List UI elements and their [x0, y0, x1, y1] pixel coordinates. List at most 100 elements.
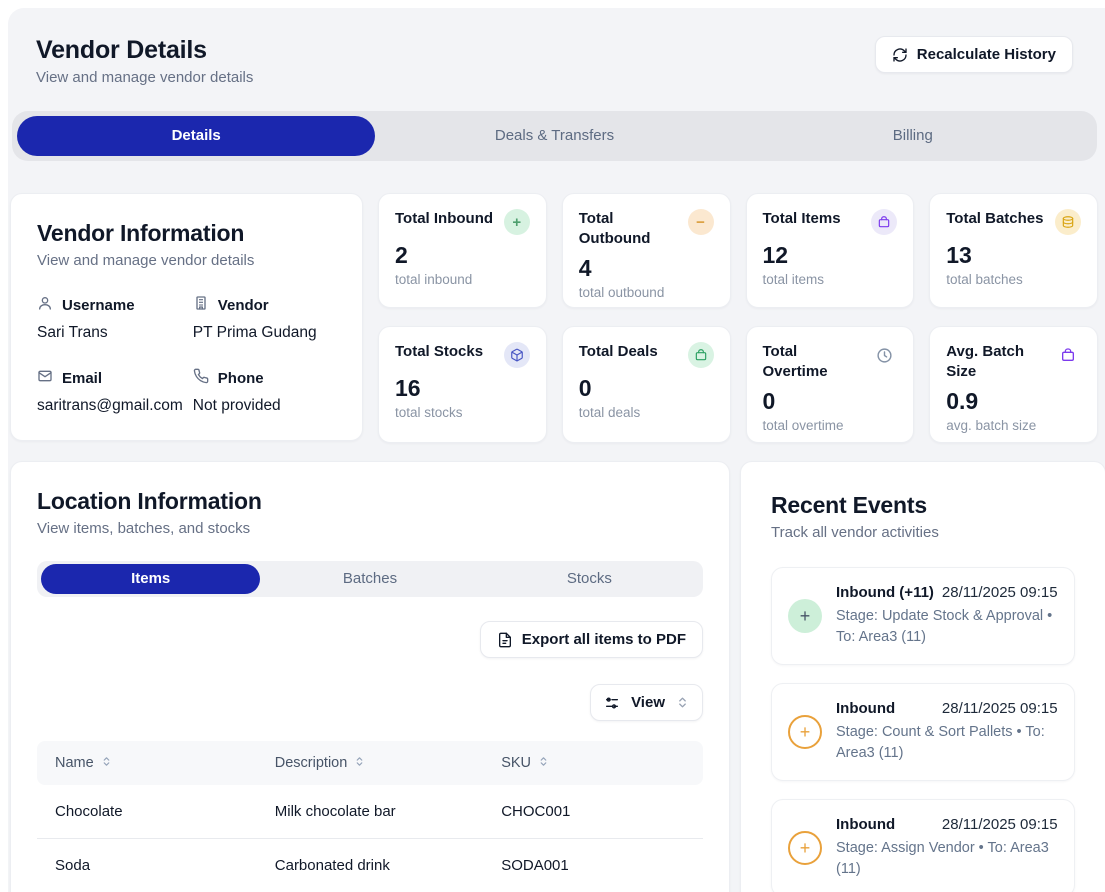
- recalculate-history-label: Recalculate History: [917, 46, 1056, 63]
- stat-card-total-items: Total Items 12 total items: [746, 193, 915, 308]
- stat-value: 4: [579, 255, 714, 282]
- column-header-name[interactable]: Name: [55, 755, 112, 771]
- column-name-label: Name: [55, 755, 94, 771]
- stat-value: 0: [579, 375, 714, 402]
- stat-label: Total Items: [763, 209, 841, 229]
- field-vendor: Vendor PT Prima Gudang: [193, 295, 336, 342]
- event-title: Inbound: [836, 816, 895, 833]
- stat-value: 12: [763, 242, 898, 269]
- location-information-subtitle: View items, batches, and stocks: [37, 520, 703, 537]
- view-dropdown-label: View: [631, 694, 665, 711]
- stat-card-total-overtime: Total Overtime 0 total overtime: [746, 326, 915, 443]
- event-body: Inbound 28/11/2025 09:15 Stage: Assign V…: [836, 816, 1058, 880]
- view-dropdown[interactable]: View: [590, 684, 703, 721]
- items-table-header-row: Name Description SKU: [37, 741, 703, 785]
- tab-billing[interactable]: Billing: [734, 116, 1092, 156]
- stat-value: 2: [395, 242, 530, 269]
- vendor-information-card: Vendor Information View and manage vendo…: [10, 193, 363, 441]
- tab-items-label: Items: [131, 570, 170, 587]
- clock-icon: [871, 342, 897, 368]
- view-row: View: [37, 684, 703, 721]
- tab-batches[interactable]: Batches: [260, 564, 479, 594]
- details-row: Location Information View items, batches…: [10, 461, 1103, 892]
- stat-label: Avg. Batch Size: [946, 342, 1049, 381]
- tab-deals-transfers[interactable]: Deals & Transfers: [375, 116, 733, 156]
- event-title: Inbound (+11): [836, 584, 934, 601]
- column-description-label: Description: [275, 755, 348, 771]
- stat-card-total-stocks: Total Stocks 16 total stocks: [378, 326, 547, 443]
- stat-label: Total Outbound: [579, 209, 682, 248]
- tab-details[interactable]: Details: [17, 116, 375, 156]
- plus-icon: +: [788, 599, 822, 633]
- stat-caption: avg. batch size: [946, 418, 1081, 433]
- vendor-fields: Username Sari Trans Vendor PT Prima Guda…: [37, 295, 336, 415]
- tab-batches-label: Batches: [343, 570, 397, 587]
- stat-card-total-deals: Total Deals 0 total deals: [562, 326, 731, 443]
- event-datetime: 28/11/2025 09:15: [942, 700, 1058, 717]
- bag-icon: [1055, 342, 1081, 368]
- location-information-card: Location Information View items, batches…: [10, 461, 730, 892]
- page-title: Vendor Details: [36, 36, 253, 65]
- event-body: Inbound 28/11/2025 09:15 Stage: Count & …: [836, 700, 1058, 764]
- table-row[interactable]: Soda Carbonated drink SODA001: [37, 839, 703, 892]
- sort-icon: [538, 755, 549, 771]
- bag-icon: [871, 209, 897, 235]
- building-icon: [193, 295, 209, 315]
- table-row[interactable]: Chocolate Milk chocolate bar CHOC001: [37, 785, 703, 839]
- stat-card-total-inbound: Total Inbound+ 2 total inbound: [378, 193, 547, 308]
- sliders-icon: [604, 695, 620, 711]
- recalculate-history-button[interactable]: Recalculate History: [875, 36, 1073, 73]
- field-phone: Phone Not provided: [193, 368, 336, 415]
- event-body: Inbound (+11) 28/11/2025 09:15 Stage: Up…: [836, 584, 1058, 648]
- tab-details-label: Details: [172, 127, 221, 144]
- cell-name: Soda: [37, 839, 257, 892]
- vendor-details-page: Vendor Details View and manage vendor de…: [8, 8, 1105, 892]
- location-information-title: Location Information: [37, 488, 703, 515]
- export-pdf-button[interactable]: Export all items to PDF: [480, 621, 703, 658]
- event-stage: Stage: Update Stock & Approval • To: Are…: [836, 606, 1058, 648]
- event-title: Inbound: [836, 700, 895, 717]
- minus-icon: −: [688, 209, 714, 235]
- field-email-label: Email: [62, 370, 102, 387]
- list-item[interactable]: + Inbound (+11) 28/11/2025 09:15 Stage: …: [771, 567, 1075, 665]
- field-email: Email saritrans@gmail.com: [37, 368, 183, 415]
- column-header-sku[interactable]: SKU: [501, 755, 549, 771]
- tab-stocks-label: Stocks: [567, 570, 612, 587]
- recent-events-card: Recent Events Track all vendor activitie…: [740, 461, 1105, 892]
- sort-icon: [354, 755, 365, 771]
- events-list: + Inbound (+11) 28/11/2025 09:15 Stage: …: [771, 567, 1075, 892]
- tab-items[interactable]: Items: [41, 564, 260, 594]
- event-stage: Stage: Assign Vendor • To: Area3 (11): [836, 838, 1058, 880]
- stat-value: 16: [395, 375, 530, 402]
- items-table: Name Description SKU Chocolate Milk choc…: [37, 741, 703, 892]
- page-header-text: Vendor Details View and manage vendor de…: [36, 36, 253, 86]
- stat-label: Total Batches: [946, 209, 1043, 229]
- chevrons-up-down-icon: [676, 696, 689, 709]
- sort-icon: [101, 755, 112, 771]
- column-header-description[interactable]: Description: [275, 755, 366, 771]
- stat-caption: total batches: [946, 272, 1081, 287]
- location-tabbar: Items Batches Stocks: [37, 561, 703, 597]
- refresh-icon: [892, 47, 908, 63]
- field-email-value: saritrans@gmail.com: [37, 397, 183, 415]
- stat-card-avg-batch-size: Avg. Batch Size 0.9 avg. batch size: [929, 326, 1098, 443]
- plus-icon: +: [504, 209, 530, 235]
- field-vendor-label: Vendor: [218, 297, 269, 314]
- page-header: Vendor Details View and manage vendor de…: [36, 36, 1073, 86]
- event-datetime: 28/11/2025 09:15: [942, 816, 1058, 833]
- list-item[interactable]: + Inbound 28/11/2025 09:15 Stage: Count …: [771, 683, 1075, 781]
- tab-stocks[interactable]: Stocks: [480, 564, 699, 594]
- cell-name: Chocolate: [37, 785, 257, 839]
- field-username-label: Username: [62, 297, 135, 314]
- list-item[interactable]: + Inbound 28/11/2025 09:15 Stage: Assign…: [771, 799, 1075, 892]
- column-sku-label: SKU: [501, 755, 531, 771]
- plus-icon: +: [788, 715, 822, 749]
- export-row: Export all items to PDF: [37, 621, 703, 658]
- stat-value: 13: [946, 242, 1081, 269]
- stats-grid: Total Inbound+ 2 total inbound Total Out…: [378, 193, 1098, 443]
- main-tabbar: Details Deals & Transfers Billing: [12, 111, 1097, 161]
- event-stage: Stage: Count & Sort Pallets • To: Area3 …: [836, 722, 1058, 764]
- package-icon: [504, 342, 530, 368]
- summary-row: Vendor Information View and manage vendo…: [10, 193, 1098, 443]
- plus-icon: +: [788, 831, 822, 865]
